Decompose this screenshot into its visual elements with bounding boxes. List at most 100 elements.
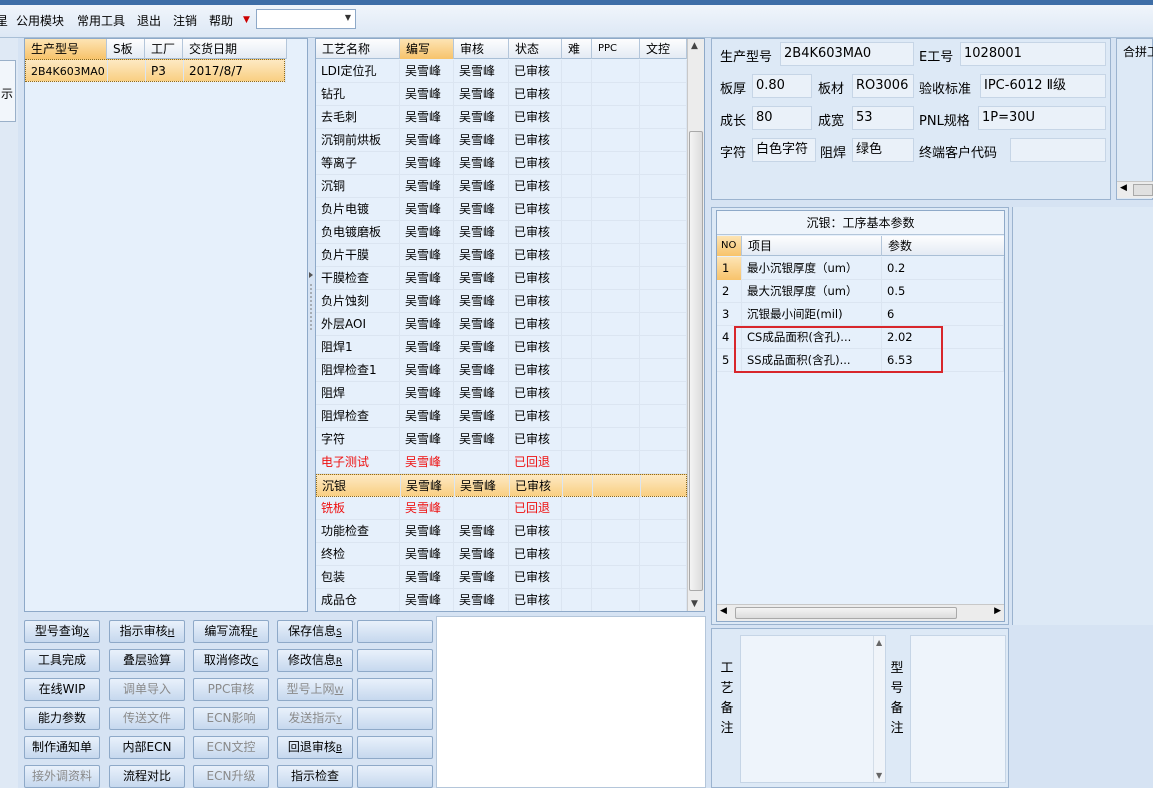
- menu-item-help[interactable]: 帮助: [209, 12, 233, 29]
- action-button[interactable]: 接外调资料: [24, 765, 100, 788]
- header-s-board[interactable]: S板: [107, 39, 145, 59]
- model-remark-memo[interactable]: [910, 635, 1006, 783]
- blank-button[interactable]: [357, 736, 433, 759]
- table-row[interactable]: 2B4K603MA0 P3 2017/8/7: [25, 59, 286, 83]
- action-button[interactable]: 编写流程F: [193, 620, 269, 643]
- action-button[interactable]: 回退审核B: [277, 736, 353, 759]
- action-button[interactable]: ECN升级: [193, 765, 269, 788]
- action-button[interactable]: 制作通知单: [24, 736, 100, 759]
- header-delivery-date[interactable]: 交货日期: [183, 39, 287, 59]
- header-factory[interactable]: 工厂: [145, 39, 183, 59]
- scroll-down-icon[interactable]: ▼: [876, 771, 882, 780]
- table-row[interactable]: 负片蚀刻 吴雪峰 吴雪峰 已审核: [316, 290, 687, 313]
- table-row[interactable]: 阻焊 吴雪峰 吴雪峰 已审核: [316, 382, 687, 405]
- params-grid-scrollbar[interactable]: ◀ ▶: [717, 604, 1004, 621]
- scroll-up-icon[interactable]: ▲: [876, 638, 882, 647]
- header-ppc[interactable]: PPC: [592, 39, 640, 59]
- table-row[interactable]: 电子测试 吴雪峰 已回退: [316, 451, 687, 474]
- action-button[interactable]: 发送指示Y: [277, 707, 353, 730]
- table-row[interactable]: 干膜检查 吴雪峰 吴雪峰 已审核: [316, 267, 687, 290]
- left-panel-toggle-button[interactable]: 示: [0, 60, 16, 122]
- mask-field[interactable]: 绿色: [852, 138, 914, 162]
- action-button[interactable]: 能力参数: [24, 707, 100, 730]
- action-button[interactable]: 在线WIP: [24, 678, 100, 701]
- table-row[interactable]: 沉银 吴雪峰 吴雪峰 已审核: [316, 474, 688, 498]
- legend-field[interactable]: 白色字符: [752, 138, 816, 162]
- table-row[interactable]: 功能检查 吴雪峰 吴雪峰 已审核: [316, 520, 687, 543]
- table-row[interactable]: 包装 吴雪峰 吴雪峰 已审核: [316, 566, 687, 589]
- scroll-right-icon[interactable]: ▶: [994, 606, 1001, 616]
- length-field[interactable]: 80: [752, 106, 812, 130]
- table-row[interactable]: 钻孔 吴雪峰 吴雪峰 已审核: [316, 83, 687, 106]
- help-dropdown-arrow-icon[interactable]: ▼: [243, 15, 250, 25]
- action-button[interactable]: PPC审核: [193, 678, 269, 701]
- table-row[interactable]: 1 最小沉银厚度（um） 0.2: [717, 257, 1004, 280]
- material-field[interactable]: RO3006: [852, 74, 914, 98]
- header-item[interactable]: 项目: [742, 236, 882, 256]
- table-row[interactable]: 负片电镀 吴雪峰 吴雪峰 已审核: [316, 198, 687, 221]
- table-row[interactable]: 沉铜前烘板 吴雪峰 吴雪峰 已审核: [316, 129, 687, 152]
- thickness-field[interactable]: 0.80: [752, 74, 812, 98]
- table-row[interactable]: 阻焊检查1 吴雪峰 吴雪峰 已审核: [316, 359, 687, 382]
- memo-scrollbar[interactable]: ▲ ▼: [873, 636, 885, 782]
- menu-item-exit[interactable]: 退出: [137, 12, 161, 29]
- blank-button[interactable]: [357, 707, 433, 730]
- process-remark-memo[interactable]: ▲ ▼: [740, 635, 886, 783]
- table-row[interactable]: 字符 吴雪峰 吴雪峰 已审核: [316, 428, 687, 451]
- header-process-name[interactable]: 工艺名称: [316, 39, 400, 59]
- header-reviewer[interactable]: 审核: [454, 39, 509, 59]
- table-row[interactable]: 负电镀磨板 吴雪峰 吴雪峰 已审核: [316, 221, 687, 244]
- customer-code-field[interactable]: [1010, 138, 1106, 162]
- blank-button[interactable]: [357, 620, 433, 643]
- table-row[interactable]: LDI定位孔 吴雪峰 吴雪峰 已审核: [316, 60, 687, 83]
- table-row[interactable]: 等离子 吴雪峰 吴雪峰 已审核: [316, 152, 687, 175]
- action-button[interactable]: 取消修改C: [193, 649, 269, 672]
- scroll-down-icon[interactable]: ▼: [691, 599, 698, 609]
- action-button[interactable]: 内部ECN: [109, 736, 185, 759]
- action-button[interactable]: 修改信息R: [277, 649, 353, 672]
- action-button[interactable]: 工具完成: [24, 649, 100, 672]
- eno-field[interactable]: 1028001: [960, 42, 1106, 66]
- pnl-field[interactable]: 1P=30U: [978, 106, 1106, 130]
- action-button[interactable]: 流程对比: [109, 765, 185, 788]
- action-button[interactable]: 型号上网W: [277, 678, 353, 701]
- table-row[interactable]: 外层AOI 吴雪峰 吴雪峰 已审核: [316, 313, 687, 336]
- action-button[interactable]: 传送文件: [109, 707, 185, 730]
- table-row[interactable]: 终检 吴雪峰 吴雪峰 已审核: [316, 543, 687, 566]
- menu-item-logout[interactable]: 注销: [173, 12, 197, 29]
- header-difficulty[interactable]: 难: [562, 39, 592, 59]
- scroll-left-icon[interactable]: ◀: [720, 606, 727, 616]
- action-button[interactable]: 指示检查: [277, 765, 353, 788]
- action-button[interactable]: 调单导入: [109, 678, 185, 701]
- scrollbar-thumb[interactable]: [1133, 184, 1153, 196]
- process-grid-scrollbar[interactable]: ▲ ▼: [687, 39, 704, 611]
- action-button[interactable]: ECN文控: [193, 736, 269, 759]
- table-row[interactable]: 阻焊1 吴雪峰 吴雪峰 已审核: [316, 336, 687, 359]
- header-writer[interactable]: 编写: [400, 39, 454, 59]
- scroll-up-icon[interactable]: ▲: [691, 41, 698, 51]
- header-document-control[interactable]: 文控: [640, 39, 687, 59]
- action-button[interactable]: 指示审核H: [109, 620, 185, 643]
- table-row[interactable]: 2 最大沉银厚度（um） 0.5: [717, 280, 1004, 303]
- menu-item-system[interactable]: 星: [0, 12, 8, 29]
- table-row[interactable]: 阻焊检查 吴雪峰 吴雪峰 已审核: [316, 405, 687, 428]
- toolbar-combobox[interactable]: ▼: [256, 9, 356, 29]
- menu-item-common-modules[interactable]: 公用模块: [16, 12, 64, 29]
- action-button[interactable]: ECN影响: [193, 707, 269, 730]
- header-status[interactable]: 状态: [509, 39, 562, 59]
- scroll-left-icon[interactable]: ◀: [1120, 183, 1127, 193]
- action-button[interactable]: 保存信息S: [277, 620, 353, 643]
- chevron-down-icon[interactable]: ▼: [345, 13, 351, 22]
- menu-item-common-tools[interactable]: 常用工具: [77, 12, 125, 29]
- action-button[interactable]: 叠层验算: [109, 649, 185, 672]
- blank-button[interactable]: [357, 765, 433, 788]
- scrollbar-thumb[interactable]: [735, 607, 957, 619]
- model-field[interactable]: 2B4K603MA0: [780, 42, 914, 66]
- table-row[interactable]: 3 沉银最小间距(mil) 6: [717, 303, 1004, 326]
- header-model[interactable]: 生产型号: [25, 39, 107, 59]
- blank-button[interactable]: [357, 678, 433, 701]
- standard-field[interactable]: IPC-6012 Ⅱ级: [980, 74, 1106, 98]
- table-row[interactable]: 成品仓 吴雪峰 吴雪峰 已审核: [316, 589, 687, 611]
- table-row[interactable]: 负片干膜 吴雪峰 吴雪峰 已审核: [316, 244, 687, 267]
- merge-panel-scrollbar[interactable]: ◀: [1117, 181, 1153, 198]
